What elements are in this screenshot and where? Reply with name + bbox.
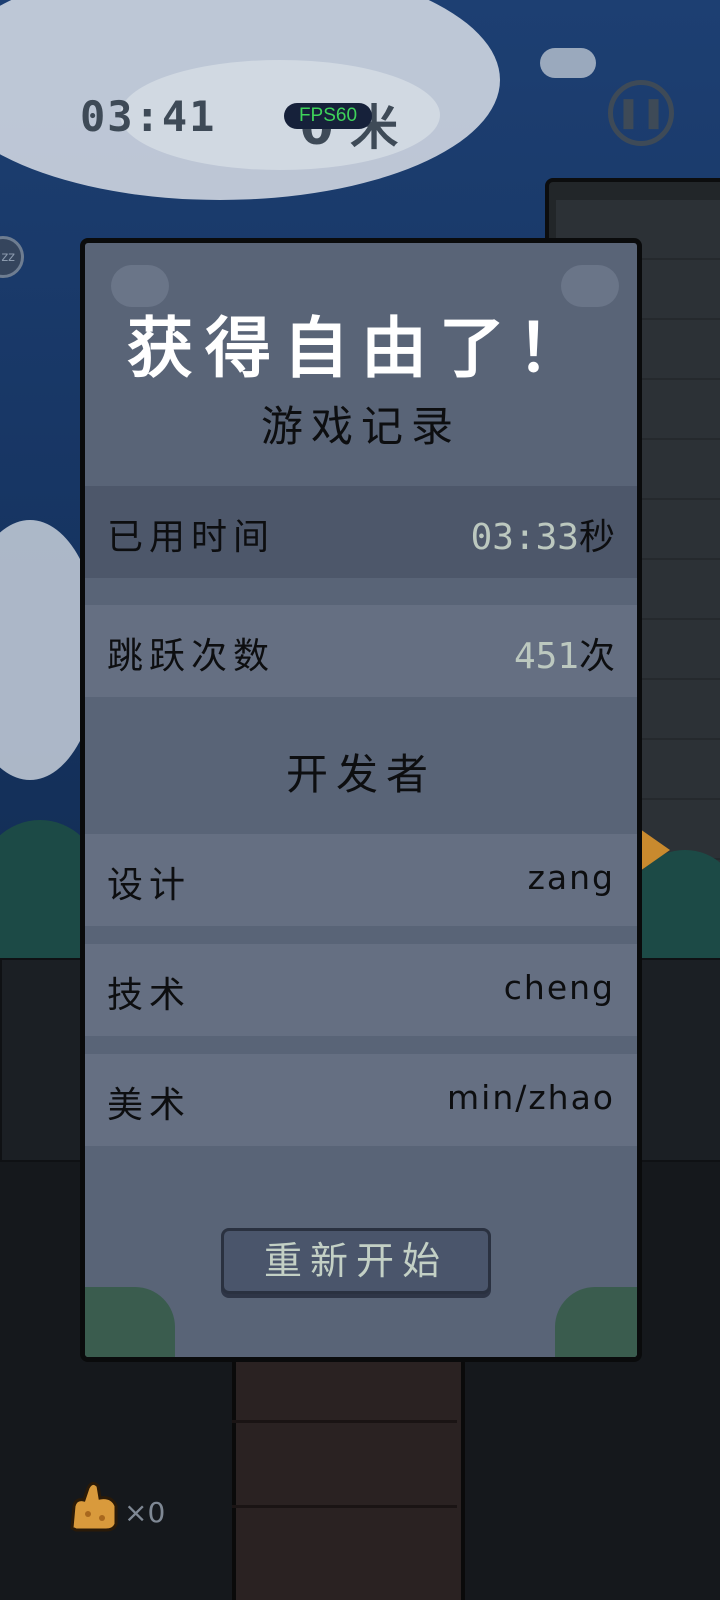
trunk-line [232,1420,457,1423]
record-heading: 游戏记录 [260,402,461,451]
stat-label: 已用时间 [107,517,276,558]
bread-icon [70,1481,118,1532]
panel-title: 获得自由了！ [127,310,595,387]
stat-row-time: 已用时间 03:33秒 [85,486,637,578]
stat-row-jumps: 跳跃次数 451次 [85,605,637,697]
item-count: ×0 [124,1496,166,1529]
stat-label: 跳跃次数 [107,636,276,677]
developers-heading: 开发者 [285,750,436,799]
stat-number: 451 [513,636,579,677]
sleep-icon: zz [1,250,15,265]
panel-grass [85,1287,175,1357]
credit-name: cheng [503,968,615,1007]
credit-role: 设计 [107,865,192,906]
pause-button[interactable]: ❚❚ [608,80,674,146]
panel-grass [555,1287,637,1357]
credit-role: 美术 [107,1085,192,1126]
trunk-line [232,1505,457,1508]
cloud [540,48,596,78]
credit-name: min/zhao [447,1078,615,1117]
timer-display: 03:41 [80,92,217,141]
credit-row-art: 美术 min/zhao [85,1054,637,1146]
pause-icon: ❚❚ [615,95,667,130]
stat-unit: 秒 [578,517,615,558]
stat-value: 03:33秒 [471,508,615,560]
stat-number: 03:33 [470,517,579,558]
credit-role: 技术 [107,975,192,1016]
fps-counter: FPS60 [284,103,372,129]
stat-value: 451次 [514,627,615,679]
credit-name: zang [527,858,615,897]
credit-row-design: 设计 zang [85,834,637,926]
tree-trunk [232,1340,465,1600]
credit-row-tech: 技术 cheng [85,944,637,1036]
result-panel: 获得自由了！ 游戏记录 已用时间 03:33秒 跳跃次数 451次 开发者 设计… [80,238,642,1362]
restart-button[interactable]: 重新开始 [221,1228,491,1294]
stat-unit: 次 [578,636,615,677]
